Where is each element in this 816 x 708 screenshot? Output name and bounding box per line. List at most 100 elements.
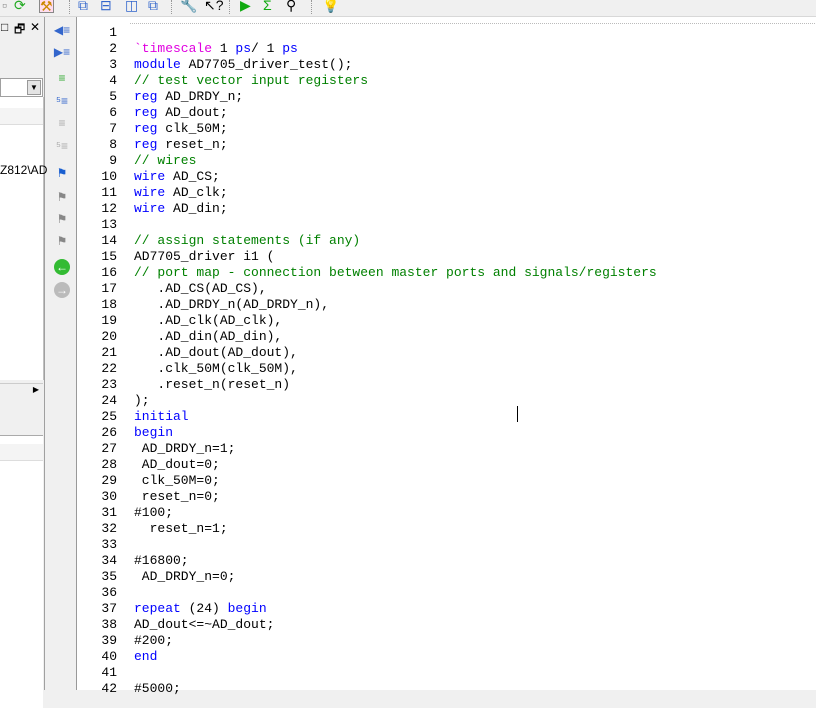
run-icon[interactable]: ▶	[240, 0, 251, 13]
line-number: 36	[101, 585, 117, 600]
maximize-icon[interactable]: □	[1, 20, 8, 34]
block-uncomment-icon[interactable]: ⁵≡	[53, 138, 71, 154]
editor-icon-strip: ◀≡ ▶≡ ≡ ⁵≡ ≡ ⁵≡ ⚑ ⚑ ⚑ ⚑ ← →	[50, 17, 74, 690]
code-line[interactable]: .AD_clk(AD_clk),	[134, 313, 282, 329]
cascade-windows-icon[interactable]: ⧉	[78, 0, 88, 13]
unindent-icon[interactable]: ◀≡	[53, 22, 71, 38]
code-line[interactable]: module AD7705_driver_test();	[134, 57, 352, 73]
code-line[interactable]: #100;	[134, 505, 173, 521]
restore-icon[interactable]: 🗗	[14, 20, 25, 41]
code-line[interactable]: reg reset_n;	[134, 137, 228, 153]
code-token: reg	[134, 105, 158, 120]
code-line[interactable]: .AD_dout(AD_dout),	[134, 345, 298, 361]
code-line[interactable]: AD7705_driver i1 (	[134, 249, 274, 265]
line-number: 9	[109, 153, 117, 168]
wrench-icon[interactable]: 🔧	[180, 0, 197, 13]
code-line[interactable]: reset_n=0;	[134, 489, 220, 505]
code-line[interactable]: .reset_n(reset_n)	[134, 377, 290, 393]
code-line[interactable]: reg AD_DRDY_n;	[134, 89, 243, 105]
code-line[interactable]: // assign statements (if any)	[134, 233, 360, 249]
code-line[interactable]: .AD_din(AD_din),	[134, 329, 282, 345]
sigma-icon[interactable]: Σ	[263, 0, 272, 13]
code-token: AD_dout;	[157, 105, 228, 120]
code-line[interactable]: // test vector input registers	[134, 73, 368, 89]
code-line[interactable]: AD_DRDY_n=1;	[134, 441, 236, 457]
code-line[interactable]: AD_dout<=~AD_dout;	[134, 617, 274, 633]
code-line[interactable]: end	[134, 649, 157, 665]
build-icon[interactable]: ⚒	[39, 0, 54, 14]
code-token: // wires	[134, 153, 197, 168]
line-number: 11	[101, 185, 117, 200]
scroll-right-icon[interactable]: ▶	[33, 385, 39, 394]
back-icon[interactable]: ←	[54, 259, 70, 275]
bookmark-prev-icon[interactable]: ⚑	[53, 211, 71, 227]
tile-vertical-icon[interactable]: ◫	[125, 0, 138, 13]
code-line[interactable]: reg clk_50M;	[134, 121, 228, 137]
code-token: .clk_50M(clk_50M),	[134, 361, 298, 376]
code-token: clk_50M;	[157, 121, 228, 136]
line-number: 32	[101, 521, 117, 536]
code-line[interactable]: #5000;	[134, 681, 181, 697]
code-line[interactable]: reset_n=1;	[134, 521, 228, 537]
code-line[interactable]: #16800;	[134, 553, 189, 569]
line-number: 2	[109, 41, 117, 56]
code-token: 1	[212, 41, 236, 56]
horizontal-scrollbar[interactable]: ▶	[0, 383, 43, 401]
telescope-icon[interactable]: ⚲	[286, 0, 296, 13]
code-token: AD_DRDY_n=1;	[134, 441, 236, 456]
code-line[interactable]: reg AD_dout;	[134, 105, 228, 121]
block-comment-icon[interactable]: ≡	[53, 115, 71, 131]
code-line[interactable]: // wires	[134, 153, 196, 169]
uncomment-icon[interactable]: ⁵≡	[53, 93, 71, 109]
tile-horizontal-icon[interactable]: ⊟	[100, 0, 112, 13]
code-line[interactable]: wire AD_CS;	[134, 169, 220, 185]
project-tree[interactable]	[0, 97, 44, 380]
code-token: reset_n=0;	[134, 489, 220, 504]
code-line[interactable]: AD_DRDY_n=0;	[134, 569, 236, 585]
line-number: 17	[101, 281, 117, 296]
code-line[interactable]: wire AD_din;	[134, 201, 228, 217]
forward-icon[interactable]: →	[54, 282, 70, 298]
code-line[interactable]: initial	[134, 409, 189, 425]
close-icon[interactable]: ✕	[30, 20, 40, 34]
panel-dropdown[interactable]: ▼	[0, 78, 43, 97]
chevron-down-icon[interactable]: ▼	[27, 80, 41, 95]
code-line[interactable]: wire AD_clk;	[134, 185, 228, 201]
bookmark-next-icon[interactable]: ⚑	[53, 189, 71, 205]
code-line[interactable]: .AD_DRDY_n(AD_DRDY_n),	[134, 297, 329, 313]
code-line[interactable]: .clk_50M(clk_50M),	[134, 361, 298, 377]
code-line[interactable]: // port map - connection between master …	[134, 265, 657, 281]
line-number: 25	[101, 409, 117, 424]
code-token: `timescale	[134, 41, 213, 56]
arrange-icon[interactable]: ⧉	[148, 0, 158, 13]
code-token: reg	[134, 89, 158, 104]
code-line[interactable]: );	[134, 393, 150, 409]
line-number: 14	[101, 233, 117, 248]
toolbar-icon-partial[interactable]: ▫	[2, 0, 7, 13]
bookmark-toggle-icon[interactable]: ⚑	[53, 165, 71, 181]
lower-panel[interactable]	[0, 435, 43, 708]
line-number: 30	[101, 489, 117, 504]
code-token: wire	[134, 185, 166, 200]
code-editor[interactable]: 1 2 `timescale 1 ps/ 1 ps 3 module AD7705_dr…	[76, 17, 816, 696]
code-line[interactable]: `timescale 1 ps/ 1 ps	[134, 41, 298, 57]
code-line[interactable]: clk_50M=0;	[134, 473, 220, 489]
context-help-icon[interactable]: ↖?	[204, 0, 224, 13]
code-token: .AD_dout(AD_dout),	[134, 345, 298, 360]
code-line[interactable]: repeat (24) begin	[134, 601, 267, 617]
code-line[interactable]: begin	[134, 425, 173, 441]
code-token: initial	[134, 409, 189, 424]
lightbulb-icon[interactable]: 💡	[322, 0, 339, 13]
line-number: 41	[101, 665, 117, 680]
indent-icon[interactable]: ▶≡	[53, 44, 71, 60]
comment-icon[interactable]: ≡	[53, 70, 71, 86]
line-number: 23	[101, 377, 117, 392]
code-line[interactable]: .AD_CS(AD_CS),	[134, 281, 266, 297]
code-token: module	[134, 57, 181, 72]
line-number: 38	[101, 617, 117, 632]
bookmark-clear-icon[interactable]: ⚑	[53, 233, 71, 249]
code-line[interactable]: AD_dout=0;	[134, 457, 220, 473]
code-token: AD_din;	[165, 201, 228, 216]
refresh-icon[interactable]: ⟳	[14, 0, 26, 13]
code-line[interactable]: #200;	[134, 633, 173, 649]
